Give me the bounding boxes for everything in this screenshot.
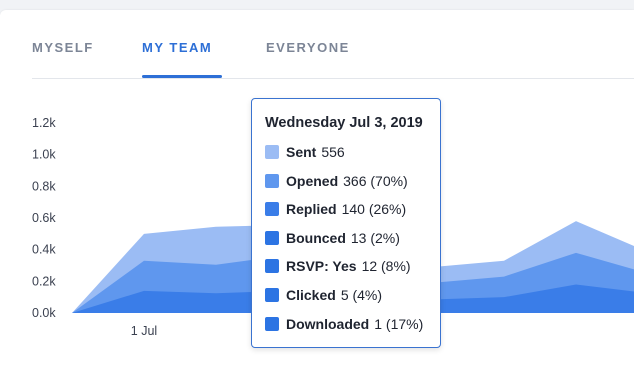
tooltip-row: Clicked 5 (4%) <box>265 286 382 304</box>
legend-swatch <box>265 259 279 274</box>
y-tick-label: 0.4k <box>32 243 56 257</box>
tooltip-row-label: Bounced <box>286 229 346 246</box>
y-tick-label: 0.0k <box>32 306 56 320</box>
tooltip-row-label: Clicked <box>286 287 336 303</box>
tooltip-row-value: 366 (70%) <box>343 172 408 189</box>
legend-swatch <box>265 230 279 245</box>
tooltip-row-label: Downloaded <box>286 315 370 332</box>
tooltip-row: Downloaded 1 (17%) <box>265 315 423 333</box>
tooltip-date: Wednesday Jul 3, 2019 <box>265 115 423 131</box>
tooltip-row-label: Sent <box>286 144 317 160</box>
y-tick-label: 0.8k <box>32 179 56 193</box>
tooltip-row-value: 13 (2%) <box>350 229 400 246</box>
tooltip-row-value: 556 <box>321 144 345 160</box>
tooltip-row: Opened 366 (70%) <box>265 172 408 190</box>
tooltip-row-value: 1 (17%) <box>374 315 424 332</box>
tooltip-row: Sent 556 <box>265 143 345 161</box>
tooltip-row: Replied 140 (26%) <box>265 200 406 218</box>
y-tick-label: 0.2k <box>32 274 56 288</box>
tooltip-row: RSVP: Yes 12 (8%) <box>265 257 411 275</box>
y-tick-label: 1.2k <box>32 116 56 130</box>
y-tick-label: 0.6k <box>32 211 56 225</box>
tooltip-row-value: 5 (4%) <box>340 287 383 303</box>
legend-swatch <box>265 316 279 331</box>
legend-swatch <box>265 288 279 302</box>
x-tick-label: 1 Jul <box>131 324 157 338</box>
legend-swatch <box>265 173 279 188</box>
legend-swatch <box>265 202 279 217</box>
chart-tooltip: Wednesday Jul 3, 2019 Sent 556 Opened 366 (… <box>251 98 441 348</box>
tooltip-row-label: Replied <box>286 201 337 218</box>
tooltip-row-label: RSVP: Yes <box>286 258 357 275</box>
tooltip-row: Bounced 13 (2%) <box>265 229 400 247</box>
tooltip-row-value: 12 (8%) <box>361 258 411 275</box>
tooltip-row-value: 140 (26%) <box>341 201 407 218</box>
tooltip-row-label: Opened <box>286 172 339 189</box>
y-tick-label: 1.0k <box>32 148 56 162</box>
legend-swatch <box>265 145 279 159</box>
